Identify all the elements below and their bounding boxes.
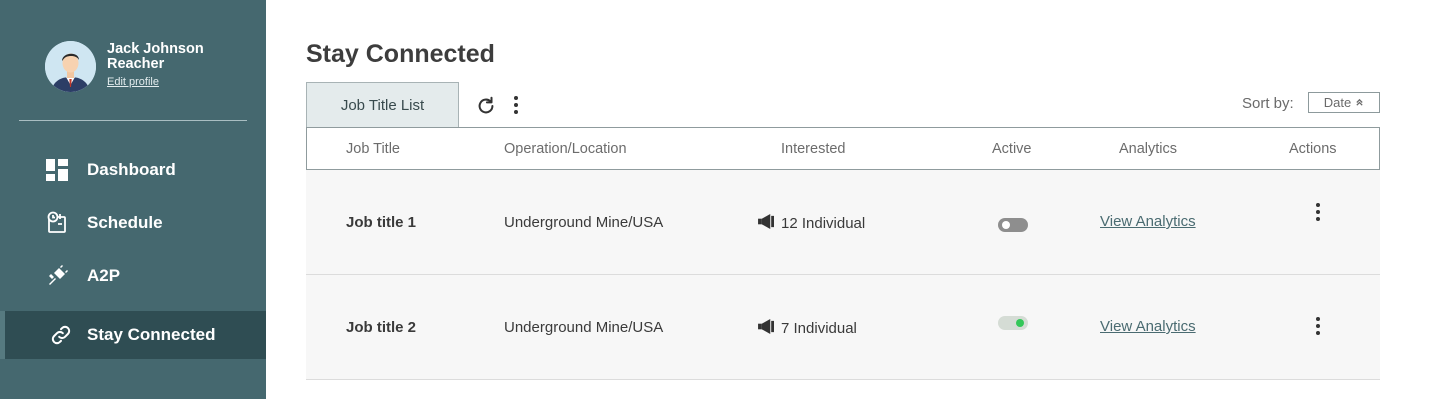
sidebar-item-label: Stay Connected xyxy=(87,325,216,344)
sidebar-divider xyxy=(19,120,247,121)
header-active[interactable]: Active xyxy=(992,141,1032,157)
location-cell: Underground Mine/USA xyxy=(504,214,664,231)
sidebar: Jack Johnson Reacher Edit profile Dashbo… xyxy=(0,0,266,399)
profile-name: Jack Johnson Reacher xyxy=(107,41,204,72)
dashboard-icon xyxy=(45,158,69,182)
sidebar-item-dashboard[interactable]: Dashboard xyxy=(0,146,266,194)
interested-cell: 7 Individual xyxy=(758,319,857,338)
profile-card: Jack Johnson Reacher Edit profile xyxy=(45,41,227,92)
megaphone-icon xyxy=(758,214,775,233)
row-actions-icon[interactable] xyxy=(1310,200,1326,224)
job-title-cell: Job title 2 xyxy=(346,319,417,336)
avatar[interactable] xyxy=(45,41,96,92)
active-toggle[interactable] xyxy=(998,316,1028,330)
header-analytics[interactable]: Analytics xyxy=(1119,141,1177,157)
more-options-icon[interactable] xyxy=(508,94,524,116)
table-header: Job Title Operation/Location Interested … xyxy=(306,127,1380,170)
sort-label: Sort by: xyxy=(1242,95,1294,112)
sidebar-item-label: Schedule xyxy=(87,213,163,232)
sidebar-item-stay-connected[interactable]: Stay Connected xyxy=(0,311,266,359)
sidebar-item-a2p[interactable]: A2P xyxy=(0,252,266,300)
page-title: Stay Connected xyxy=(306,40,495,68)
location-cell: Underground Mine/USA xyxy=(504,319,664,336)
sidebar-item-schedule[interactable]: Schedule xyxy=(0,199,266,247)
header-operation-location[interactable]: Operation/Location xyxy=(504,141,627,157)
chevron-up-double-icon xyxy=(1355,95,1364,110)
sort-select[interactable]: Date xyxy=(1308,92,1380,113)
interested-count: 7 Individual xyxy=(781,320,857,337)
sort-value: Date xyxy=(1323,95,1352,110)
table-row: Job title 2 Underground Mine/USA 7 Indiv… xyxy=(306,275,1380,380)
view-analytics-link[interactable]: View Analytics xyxy=(1100,318,1196,335)
plug-icon xyxy=(45,264,69,288)
tab-job-title-list[interactable]: Job Title List xyxy=(306,82,459,128)
schedule-icon xyxy=(45,211,69,235)
refresh-icon[interactable] xyxy=(475,95,497,117)
header-interested[interactable]: Interested xyxy=(781,141,846,157)
megaphone-icon xyxy=(758,319,775,338)
header-job-title[interactable]: Job Title xyxy=(346,141,400,157)
interested-cell: 12 Individual xyxy=(758,214,865,233)
table-row: Job title 1 Underground Mine/USA 12 Indi… xyxy=(306,170,1380,275)
active-toggle[interactable] xyxy=(998,218,1028,232)
interested-count: 12 Individual xyxy=(781,215,866,232)
row-actions-icon[interactable] xyxy=(1310,314,1326,338)
sidebar-item-label: A2P xyxy=(87,266,121,285)
sidebar-item-label: Dashboard xyxy=(87,160,176,179)
link-icon xyxy=(49,323,73,347)
header-actions: Actions xyxy=(1289,141,1337,157)
view-analytics-link[interactable]: View Analytics xyxy=(1100,213,1196,230)
job-title-cell: Job title 1 xyxy=(346,214,417,231)
edit-profile-link[interactable]: Edit profile xyxy=(107,76,159,88)
